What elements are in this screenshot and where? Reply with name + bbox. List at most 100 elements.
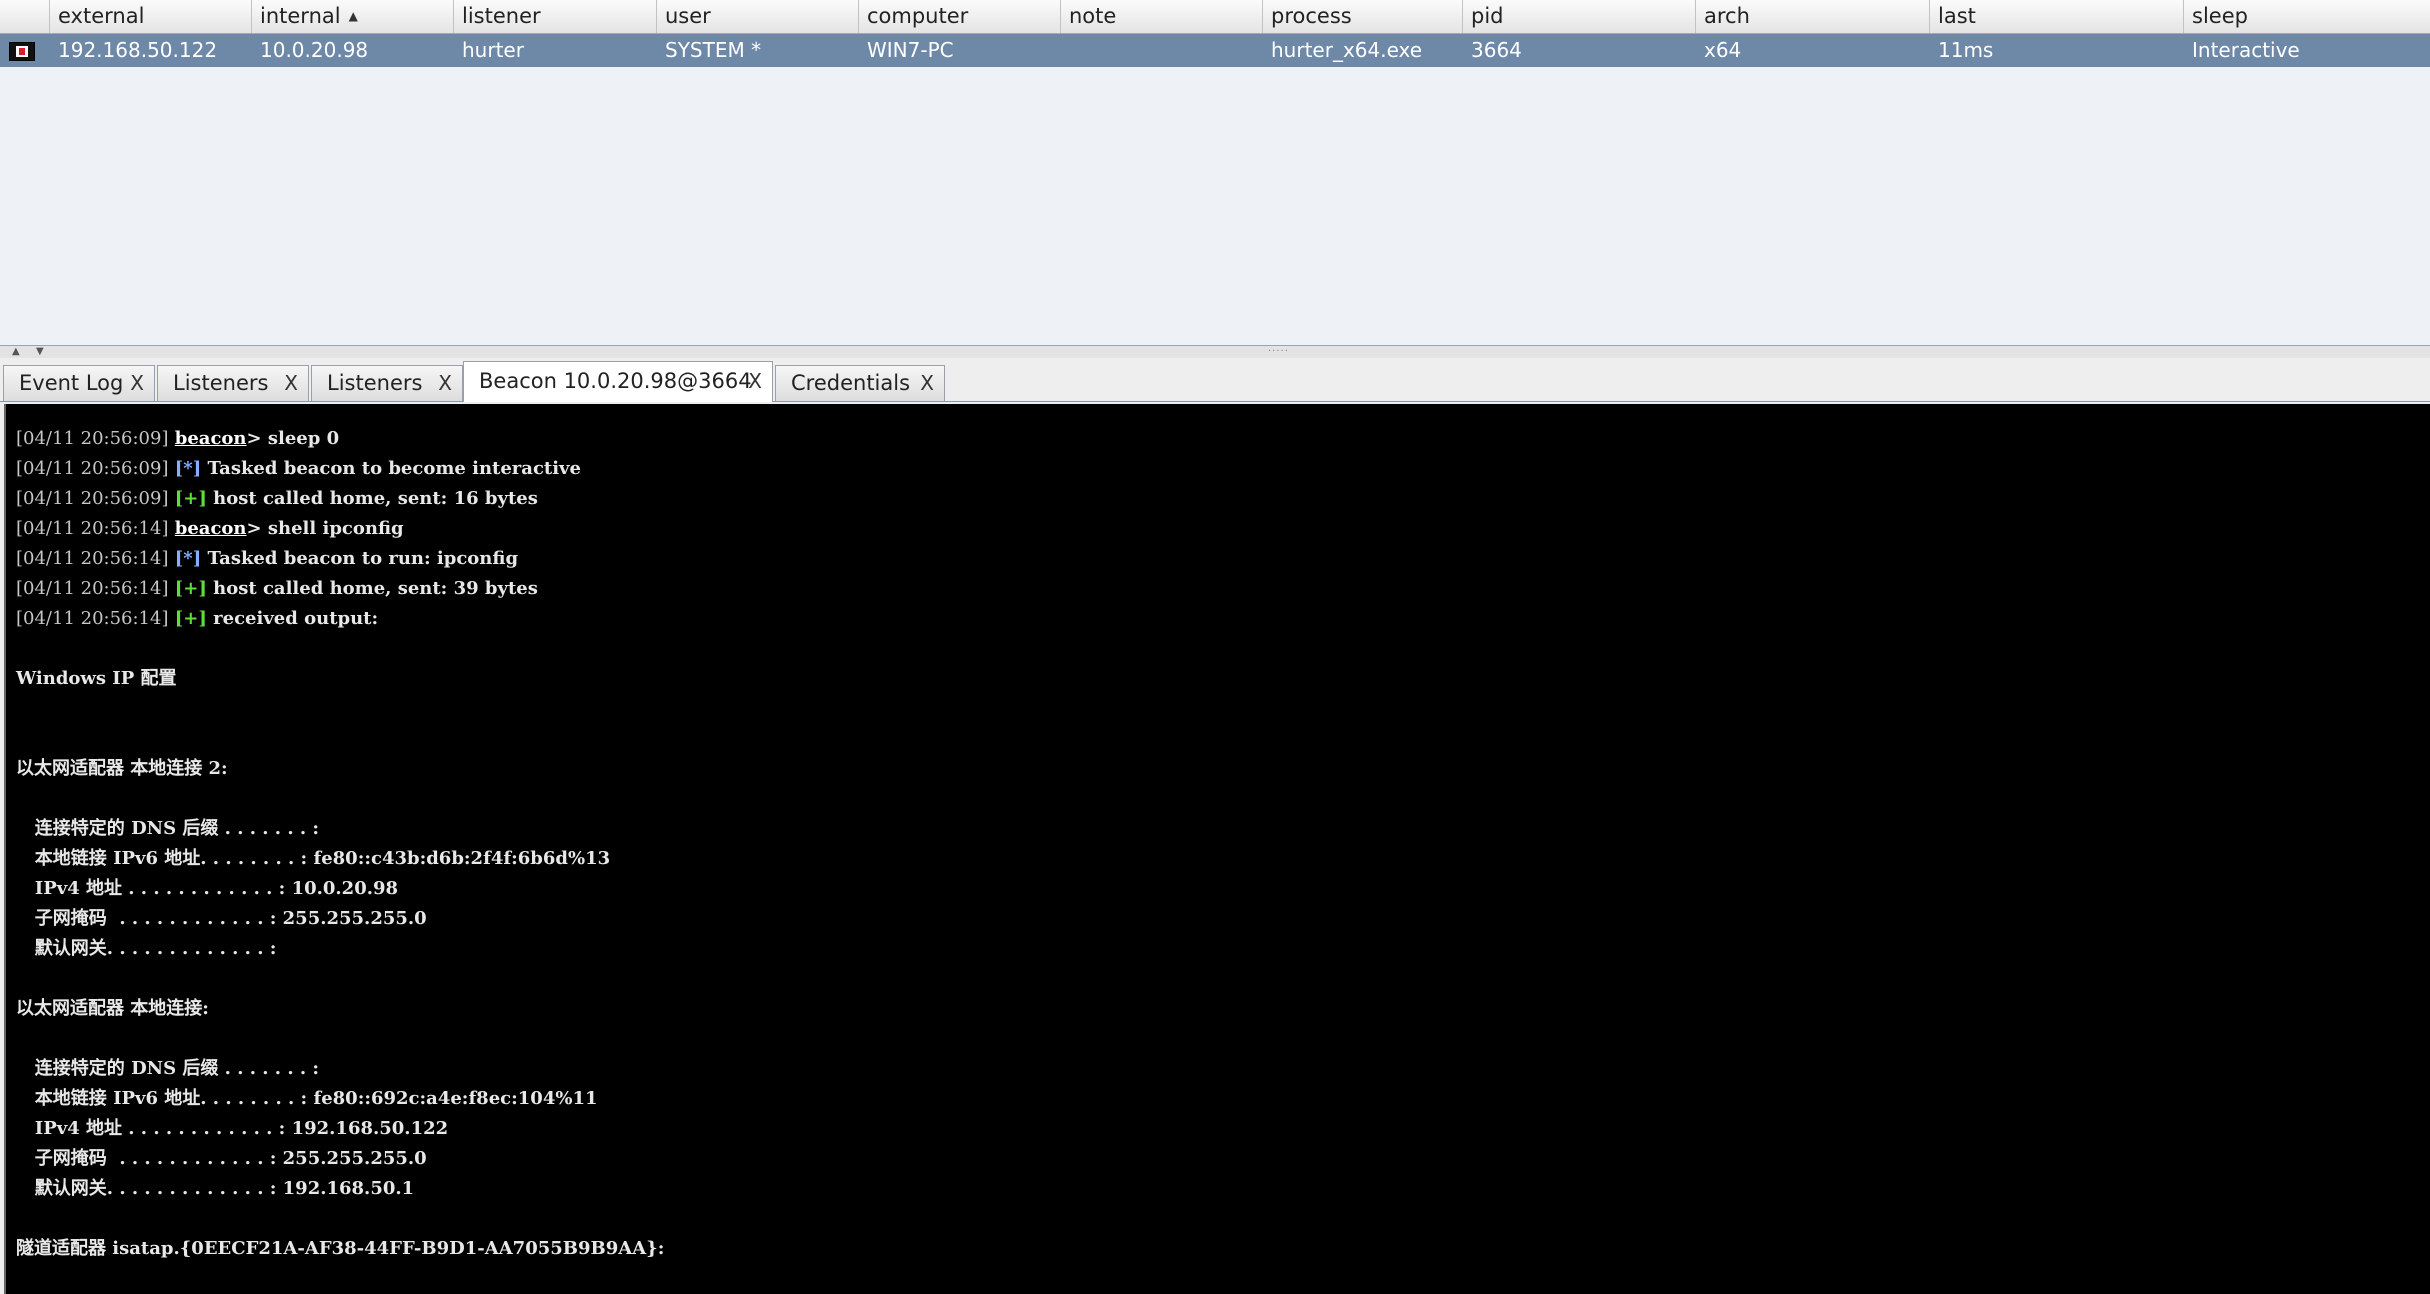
console-text: Tasked beacon to run: ipconfig bbox=[201, 548, 519, 569]
beacon-table-panel: external internal ▲ listener user compute… bbox=[0, 0, 2430, 346]
console-text: IPv4 地址 . . . . . . . . . . . . : 10.0.2… bbox=[16, 878, 399, 899]
console-timestamp: [04/11 20:56:14] bbox=[16, 518, 169, 539]
console-line: [04/11 20:56:09] beacon> sleep 0 bbox=[16, 424, 339, 454]
console-prompt: beacon bbox=[174, 428, 247, 449]
tab-credentials[interactable]: Credentials X bbox=[775, 365, 945, 401]
console-timestamp: [04/11 20:56:14] bbox=[16, 578, 169, 599]
cell-process: hurter_x64.exe bbox=[1271, 38, 1423, 62]
console-text: 本地链接 IPv6 地址. . . . . . . . : fe80::692c… bbox=[16, 1088, 598, 1109]
console-line: 连接特定的 DNS 后缀 . . . . . . . : bbox=[16, 814, 319, 844]
console-line: [04/11 20:56:09] [+] host called home, s… bbox=[16, 484, 538, 514]
console-text: 隧道适配器 isatap.{0EECF21A-AF38-44FF-B9D1-AA… bbox=[16, 1238, 665, 1259]
info-marker: [*] bbox=[174, 458, 202, 479]
tab-event-log[interactable]: Event Log X bbox=[3, 365, 155, 401]
console-line: 连接特定的 DNS 后缀 . . . . . . . : bbox=[16, 1054, 319, 1084]
console-text: 连接特定的 DNS 后缀 . . . . . . . : bbox=[16, 818, 320, 839]
console-text: 以太网适配器 本地连接: bbox=[16, 998, 209, 1019]
tab-label: Listeners bbox=[327, 371, 423, 395]
console-text: > shell ipconfig bbox=[246, 518, 404, 539]
column-header-external[interactable]: external bbox=[50, 0, 252, 33]
column-header-user[interactable]: user bbox=[657, 0, 859, 33]
console-line: 隧道适配器 isatap.{0EECF21A-AF38-44FF-B9D1-AA… bbox=[16, 1234, 664, 1264]
close-tab-icon[interactable]: X bbox=[748, 362, 762, 400]
console-timestamp: [04/11 20:56:09] bbox=[16, 428, 169, 449]
console-text: 连接特定的 DNS 后缀 . . . . . . . : bbox=[16, 1058, 320, 1079]
column-header-process[interactable]: process bbox=[1263, 0, 1463, 33]
console-text: 本地链接 IPv6 地址. . . . . . . . : fe80::c43b… bbox=[16, 848, 611, 869]
tab-listeners-2[interactable]: Listeners X bbox=[311, 365, 463, 401]
column-header-icon[interactable] bbox=[0, 0, 50, 33]
column-header-last[interactable]: last bbox=[1930, 0, 2184, 33]
column-header-sleep[interactable]: sleep bbox=[2184, 0, 2430, 33]
column-header-arch[interactable]: arch bbox=[1696, 0, 1930, 33]
close-tab-icon[interactable]: X bbox=[284, 366, 298, 400]
column-header-computer[interactable]: computer bbox=[859, 0, 1061, 33]
close-tab-icon[interactable]: X bbox=[130, 366, 144, 400]
console-line: [04/11 20:56:14] beacon> shell ipconfig bbox=[16, 514, 404, 544]
tab-beacon[interactable]: Beacon 10.0.20.98@3664 X bbox=[463, 361, 773, 402]
pane-splitter[interactable]: ▲ ▼ ····· bbox=[0, 346, 2430, 358]
console-line: [04/11 20:56:14] [+] received output: bbox=[16, 604, 378, 634]
console-line: 默认网关. . . . . . . . . . . . . : 192.168.… bbox=[16, 1174, 414, 1204]
column-header-note[interactable]: note bbox=[1061, 0, 1263, 33]
tab-listeners[interactable]: Listeners X bbox=[157, 365, 309, 401]
close-tab-icon[interactable]: X bbox=[920, 366, 934, 400]
console-line: 默认网关. . . . . . . . . . . . . : bbox=[16, 934, 277, 964]
sort-ascending-icon: ▲ bbox=[348, 9, 358, 23]
tab-label: Listeners bbox=[173, 371, 269, 395]
console-timestamp: [04/11 20:56:09] bbox=[16, 488, 169, 509]
console-line: Windows IP 配置 bbox=[16, 664, 177, 694]
table-row[interactable]: 192.168.50.122 10.0.20.98 hurter SYSTEM … bbox=[0, 34, 2430, 67]
console-text: 子网掩码 . . . . . . . . . . . . : 255.255.2… bbox=[16, 1148, 427, 1169]
console-line: 本地链接 IPv6 地址. . . . . . . . : fe80::c43b… bbox=[16, 844, 610, 874]
console-line: 子网掩码 . . . . . . . . . . . . : 255.255.2… bbox=[16, 904, 427, 934]
cell-pid: 3664 bbox=[1471, 38, 1522, 62]
tab-label: Beacon 10.0.20.98@3664 bbox=[479, 369, 752, 393]
cell-arch: x64 bbox=[1704, 38, 1742, 62]
tab-label: Credentials bbox=[791, 371, 911, 395]
cell-external: 192.168.50.122 bbox=[58, 38, 218, 62]
beacon-session-icon bbox=[9, 42, 35, 61]
console-text: Tasked beacon to become interactive bbox=[201, 458, 581, 479]
close-tab-icon[interactable]: X bbox=[438, 366, 452, 400]
column-header-internal-label: internal bbox=[260, 4, 341, 28]
console-line: IPv4 地址 . . . . . . . . . . . . : 192.16… bbox=[16, 1114, 448, 1144]
console-text: IPv4 地址 . . . . . . . . . . . . : 192.16… bbox=[16, 1118, 449, 1139]
cell-internal: 10.0.20.98 bbox=[260, 38, 369, 62]
beacon-console-output[interactable]: [04/11 20:56:09] beacon> sleep 0 [04/11 2… bbox=[4, 404, 2430, 1294]
column-header-listener[interactable]: listener bbox=[454, 0, 657, 33]
console-line: IPv4 地址 . . . . . . . . . . . . : 10.0.2… bbox=[16, 874, 398, 904]
splitter-grip-icon[interactable]: ····· bbox=[1268, 347, 1289, 357]
collapse-up-icon[interactable]: ▲ bbox=[12, 346, 20, 358]
console-line: [04/11 20:56:14] [*] Tasked beacon to ru… bbox=[16, 544, 518, 574]
column-header-internal[interactable]: internal ▲ bbox=[252, 0, 454, 33]
cell-last: 11ms bbox=[1938, 38, 1994, 62]
tab-label: Event Log bbox=[19, 371, 124, 395]
info-marker: [*] bbox=[174, 548, 202, 569]
success-marker: [+] bbox=[174, 608, 207, 629]
console-text: host called home, sent: 39 bytes bbox=[206, 578, 538, 599]
success-marker: [+] bbox=[174, 488, 207, 509]
cell-note bbox=[1061, 34, 1263, 67]
console-line: 子网掩码 . . . . . . . . . . . . : 255.255.2… bbox=[16, 1144, 427, 1174]
console-line: [04/11 20:56:14] [+] host called home, s… bbox=[16, 574, 538, 604]
console-text: 默认网关. . . . . . . . . . . . . : 192.168.… bbox=[16, 1178, 415, 1199]
console-line: 以太网适配器 本地连接 2: bbox=[16, 754, 228, 784]
tab-bar: Event Log X Listeners X Listeners X Beac… bbox=[0, 358, 2430, 402]
cell-sleep: Interactive bbox=[2192, 38, 2300, 62]
console-prompt: beacon bbox=[174, 518, 247, 539]
column-header-pid[interactable]: pid bbox=[1463, 0, 1696, 33]
console-text: 子网掩码 . . . . . . . . . . . . : 255.255.2… bbox=[16, 908, 427, 929]
console-line: [04/11 20:56:09] [*] Tasked beacon to be… bbox=[16, 454, 581, 484]
console-timestamp: [04/11 20:56:14] bbox=[16, 548, 169, 569]
console-timestamp: [04/11 20:56:14] bbox=[16, 608, 169, 629]
console-text: received output: bbox=[206, 608, 379, 629]
table-header: external internal ▲ listener user compute… bbox=[0, 0, 2430, 34]
cell-user: SYSTEM * bbox=[665, 38, 762, 62]
collapse-down-icon[interactable]: ▼ bbox=[36, 346, 44, 358]
success-marker: [+] bbox=[174, 578, 207, 599]
console-text: Windows IP 配置 bbox=[16, 668, 177, 689]
console-text: host called home, sent: 16 bytes bbox=[206, 488, 538, 509]
cell-listener: hurter bbox=[462, 38, 524, 62]
console-timestamp: [04/11 20:56:09] bbox=[16, 458, 169, 479]
